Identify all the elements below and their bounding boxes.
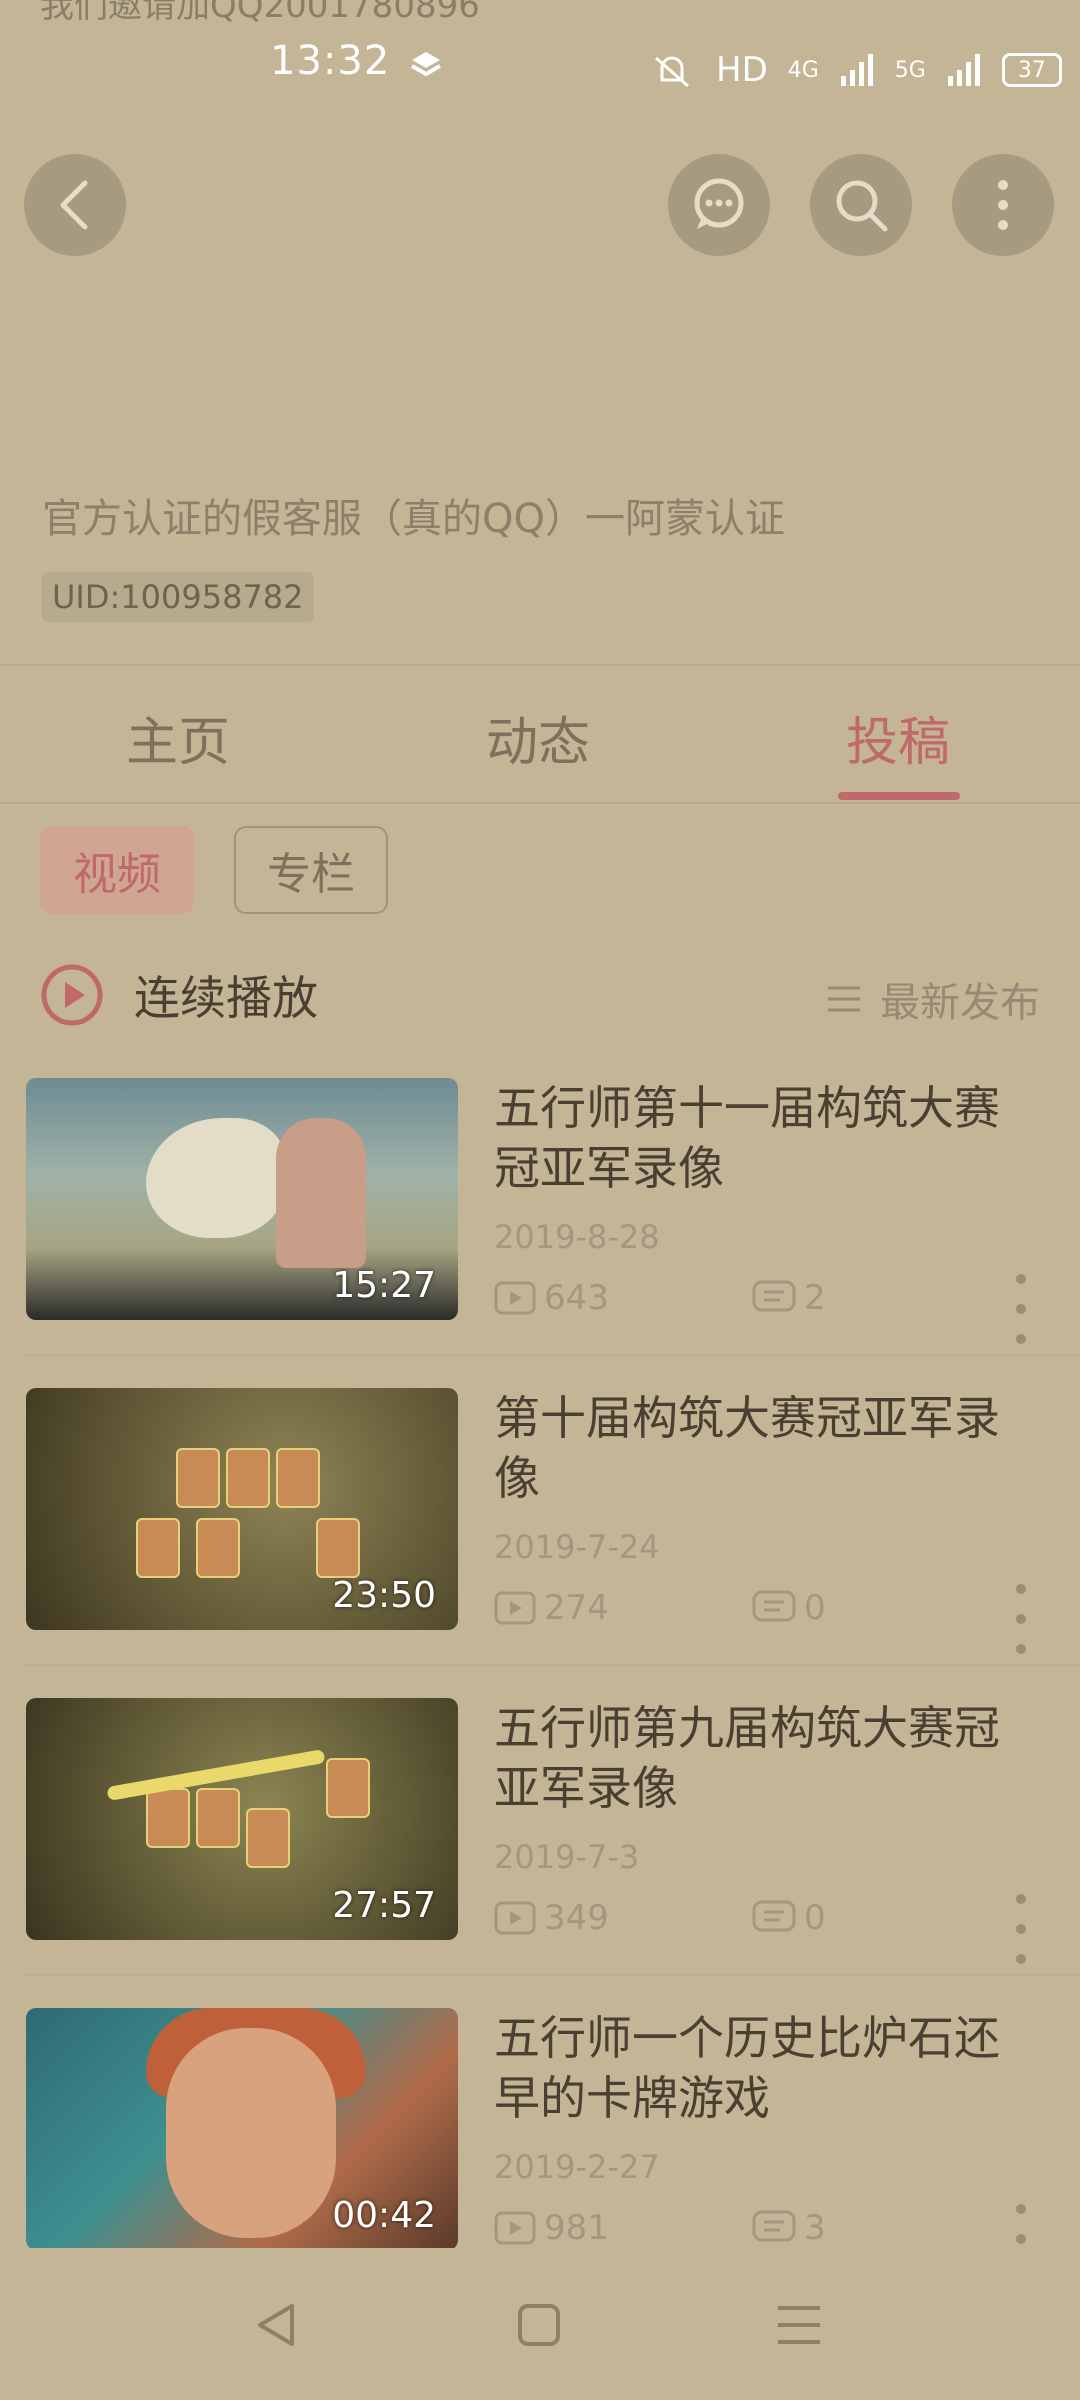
video-thumbnail[interactable]: 00:42 [26, 2008, 458, 2248]
video-comments: 2 [752, 1278, 826, 1318]
nav-menu-icon[interactable] [774, 2304, 824, 2346]
video-item[interactable]: 15:27 五行师第十一届构筑大赛冠亚军录像 2019-8-28 643 2 [0, 1078, 1080, 1388]
nav-home-icon[interactable] [516, 2302, 562, 2348]
top-cut-text: 我们邀请加QQ2001780896 [40, 0, 480, 26]
search-icon [836, 180, 888, 232]
filter-column-chip[interactable]: 专栏 [234, 826, 388, 914]
mute-bell-icon [655, 56, 689, 88]
video-more-button[interactable] [1006, 2204, 1036, 2248]
video-title: 第十届构筑大赛冠亚军录像 [494, 1391, 1000, 1505]
item-separator [26, 1664, 1080, 1666]
video-thumbnail[interactable]: 15:27 [26, 1078, 458, 1320]
sort-label: 最新发布 [880, 980, 1040, 1026]
message-button[interactable] [668, 154, 770, 256]
video-date: 2019-7-24 [494, 1528, 660, 1566]
video-more-button[interactable] [1006, 1274, 1036, 1344]
comment-icon [752, 2210, 796, 2242]
video-title: 五行师第九届构筑大赛冠亚军录像 [494, 1701, 1000, 1815]
video-comments: 0 [752, 1898, 826, 1938]
tab-submissions[interactable]: 投稿 [846, 700, 950, 775]
video-title: 五行师第十一届构筑大赛冠亚军录像 [494, 1081, 1000, 1195]
play-count-icon [494, 1901, 536, 1935]
layers-icon [408, 48, 444, 88]
video-comments-count: 2 [804, 1278, 826, 1318]
video-item[interactable]: 27:57 五行师第九届构筑大赛冠亚军录像 2019-7-3 349 0 [0, 1698, 1080, 2008]
battery-indicator: 37 [1001, 53, 1062, 87]
video-views: 981 [494, 2208, 609, 2248]
filter-video-chip[interactable]: 视频 [40, 826, 194, 914]
net-5g-label: 5G [894, 57, 926, 83]
comment-icon [752, 1280, 796, 1312]
hd-label: HD [716, 50, 768, 90]
sort-button[interactable]: 最新发布 [826, 970, 1040, 1028]
profile-bio: 官方认证的假客服（真的QQ）一阿蒙认证 [42, 496, 785, 542]
divider-tabs [0, 802, 1080, 804]
net-4g-label: 4G [787, 57, 819, 83]
video-comments: 3 [752, 2208, 826, 2248]
more-button[interactable] [952, 154, 1054, 256]
video-comments-count: 3 [804, 2208, 826, 2248]
video-views: 643 [494, 1278, 609, 1318]
continuous-play-button[interactable]: 连续播放 [40, 962, 318, 1028]
video-more-button[interactable] [1006, 1894, 1036, 1964]
video-date: 2019-8-28 [494, 1218, 660, 1256]
video-date: 2019-2-27 [494, 2148, 660, 2186]
video-item[interactable]: 23:50 第十届构筑大赛冠亚军录像 2019-7-24 274 0 [0, 1388, 1080, 1698]
video-duration: 00:42 [332, 2195, 436, 2236]
status-time: 13:32 [270, 38, 391, 84]
continuous-play-label: 连续播放 [134, 971, 318, 1025]
video-comments-count: 0 [804, 1898, 826, 1938]
more-vertical-icon [998, 180, 1008, 230]
system-nav-bar [0, 2250, 1080, 2400]
profile-uid: UID:100958782 [42, 572, 314, 622]
video-item[interactable]: 00:42 五行师一个历史比炉石还早的卡牌游戏 2019-2-27 981 3 [0, 2008, 1080, 2248]
tab-home[interactable]: 主页 [126, 700, 230, 775]
video-views: 274 [494, 1588, 609, 1628]
play-count-icon [494, 2211, 536, 2245]
tab-dynamics[interactable]: 动态 [486, 700, 590, 775]
item-separator [26, 1974, 1080, 1976]
battery-level: 37 [1017, 57, 1046, 83]
divider-top [0, 664, 1080, 666]
video-more-button[interactable] [1006, 1584, 1036, 1654]
back-button[interactable] [24, 154, 126, 256]
play-circle-icon [41, 964, 103, 1026]
signal-icon [840, 54, 873, 86]
comment-icon [752, 1900, 796, 1932]
tab-active-indicator [838, 792, 960, 800]
video-comments-count: 0 [804, 1588, 826, 1628]
video-views-count: 349 [544, 1898, 609, 1938]
video-views: 349 [494, 1898, 609, 1938]
search-button[interactable] [810, 154, 912, 256]
back-arrow-icon [60, 180, 88, 230]
video-comments: 0 [752, 1588, 826, 1628]
list-icon [828, 986, 860, 1012]
video-duration: 23:50 [332, 1575, 436, 1616]
video-views-count: 643 [544, 1278, 609, 1318]
nav-back-icon[interactable] [252, 2300, 302, 2350]
item-separator [26, 1354, 1080, 1356]
message-icon [694, 178, 744, 229]
signal-icon-2 [947, 54, 980, 86]
video-duration: 15:27 [332, 1265, 436, 1306]
comment-icon [752, 1590, 796, 1622]
video-title: 五行师一个历史比炉石还早的卡牌游戏 [494, 2011, 1000, 2125]
video-thumbnail[interactable]: 23:50 [26, 1388, 458, 1630]
play-count-icon [494, 1281, 536, 1315]
video-date: 2019-7-3 [494, 1838, 640, 1876]
video-duration: 27:57 [332, 1885, 436, 1926]
video-views-count: 274 [544, 1588, 609, 1628]
video-thumbnail[interactable]: 27:57 [26, 1698, 458, 1940]
play-count-icon [494, 1591, 536, 1625]
video-views-count: 981 [544, 2208, 609, 2248]
status-icons: HD 4G 5G 37 [648, 40, 1062, 100]
